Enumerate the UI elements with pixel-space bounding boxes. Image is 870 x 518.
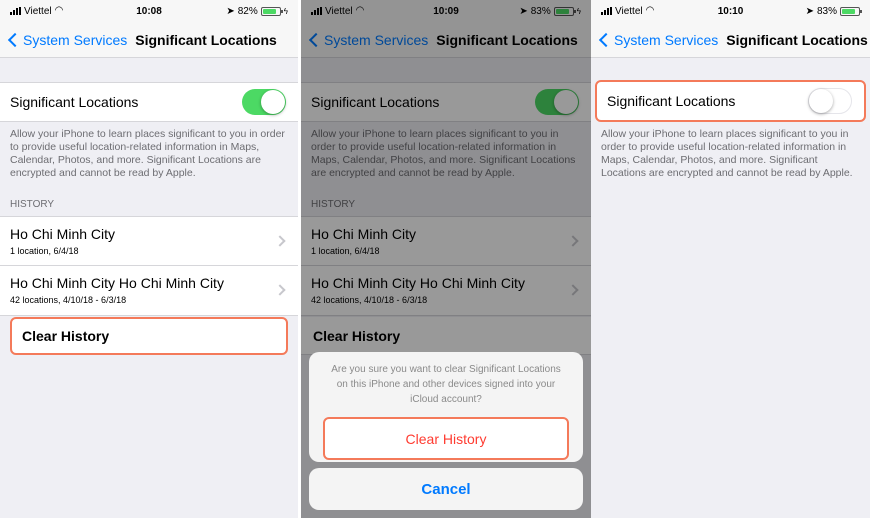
location-arrow-icon: ➤ — [226, 5, 235, 17]
navigation-bar: System Services Significant Locations — [0, 22, 298, 58]
battery-percent: 82% — [237, 5, 258, 17]
history-row[interactable]: Ho Chi Minh City 1 location, 6/4/18 — [0, 216, 298, 266]
history-title: Ho Chi Minh City Ho Chi Minh City — [10, 275, 224, 291]
toggle-label: Significant Locations — [10, 94, 139, 110]
wifi-icon: ◠ — [54, 5, 64, 16]
navigation-bar: System Services Significant Locations — [591, 22, 870, 58]
chevron-left-icon — [598, 32, 614, 47]
battery-group: ➤ 82% ϟ — [226, 6, 288, 17]
status-time: 10:08 — [136, 5, 162, 17]
status-time: 10:10 — [717, 5, 744, 17]
status-bar: Viettel ◠ 10:08 ➤ 82% ϟ — [0, 0, 298, 22]
signal-icon — [10, 7, 21, 15]
significant-locations-row: Significant Locations — [0, 82, 298, 122]
back-button[interactable]: System Services — [597, 32, 718, 48]
history-row[interactable]: Ho Chi Minh City Ho Chi Minh City 42 loc… — [0, 266, 298, 316]
action-sheet-message: Are you sure you want to clear Significa… — [331, 364, 561, 405]
history-subtitle: 1 location, 6/4/18 — [10, 246, 79, 256]
page-title: Significant Locations — [135, 31, 277, 48]
carrier-group: Viettel ◠ — [10, 6, 63, 17]
location-arrow-icon: ➤ — [805, 5, 814, 17]
battery-percent: 83% — [816, 5, 837, 17]
screenshot-stage: Viettel ◠ 10:08 ➤ 82% ϟ System Services … — [0, 0, 870, 518]
back-label: System Services — [614, 31, 719, 48]
toggle-label: Significant Locations — [607, 93, 736, 109]
history-section-header: HISTORY — [10, 199, 55, 210]
confirm-clear-history-button[interactable]: Clear History — [323, 417, 569, 460]
carrier-name: Viettel — [615, 5, 643, 17]
switch-knob — [809, 89, 833, 113]
phone-screen-1: Viettel ◠ 10:08 ➤ 82% ϟ System Services … — [0, 0, 298, 518]
charging-icon: ϟ — [283, 6, 288, 16]
status-bar: Viettel ◠ 10:10 ➤ 83% — [591, 0, 870, 22]
battery-icon — [840, 6, 862, 16]
phone-screen-3: Viettel ◠ 10:10 ➤ 83% System Services Si… — [591, 0, 870, 518]
action-sheet: Are you sure you want to clear Significa… — [309, 352, 583, 462]
clear-history-button[interactable]: Clear History — [10, 317, 288, 355]
signal-icon — [601, 7, 612, 15]
carrier-group: Viettel ◠ — [601, 6, 654, 17]
significant-locations-row: Significant Locations — [595, 80, 866, 122]
significant-locations-switch[interactable] — [808, 88, 852, 114]
phone-screen-2: Viettel ◠ 10:09 ➤ 83% ϟ System Services … — [301, 0, 591, 518]
switch-knob — [261, 90, 285, 114]
significant-locations-switch[interactable] — [242, 89, 286, 115]
cancel-button[interactable]: Cancel — [309, 468, 583, 510]
description-text: Allow your iPhone to learn places signif… — [10, 128, 285, 179]
battery-group: ➤ 83% — [805, 5, 862, 17]
page-title: Significant Locations — [726, 31, 868, 48]
carrier-name: Viettel — [24, 5, 52, 17]
wifi-icon: ◠ — [645, 5, 655, 16]
back-label: System Services — [23, 31, 128, 48]
description-text: Allow your iPhone to learn places signif… — [601, 128, 853, 179]
chevron-left-icon — [7, 32, 23, 47]
back-button[interactable]: System Services — [6, 32, 127, 48]
history-title: Ho Chi Minh City — [10, 226, 116, 242]
history-subtitle: 42 locations, 4/10/18 - 6/3/18 — [10, 295, 127, 305]
battery-icon — [260, 6, 283, 16]
